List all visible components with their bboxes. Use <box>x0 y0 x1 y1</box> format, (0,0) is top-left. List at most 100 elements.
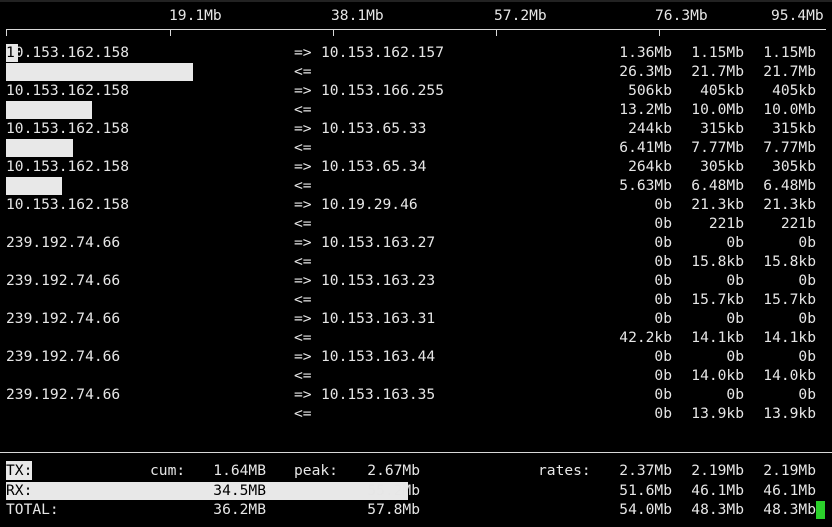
source-host-rest: 0.153.162.158 <box>14 44 130 61</box>
total-rate-10s: 48.3Mb <box>691 501 744 518</box>
destination-host: 10.153.166.255 <box>321 82 445 99</box>
recv-rate: 6.48Mb <box>691 177 744 194</box>
send-rate: 0b <box>654 348 672 365</box>
send-rate: 0b <box>654 310 672 327</box>
recv-rate: 13.2Mb <box>619 101 672 118</box>
recv-bar <box>6 139 73 157</box>
send-rate: 1.36Mb <box>619 44 672 61</box>
send-rate: 315kb <box>772 120 816 137</box>
send-rate: 264kb <box>628 158 672 175</box>
recv-arrow: <= <box>294 253 312 270</box>
source-host: 239.192.74.66 <box>6 272 121 289</box>
recv-arrow: <= <box>294 63 312 80</box>
rx-peak-value: 55.2Mb <box>367 482 420 499</box>
destination-host: 10.19.29.46 <box>321 196 418 213</box>
rx-cum-value: 34.5MB <box>213 482 266 499</box>
recv-arrow: <= <box>294 367 312 384</box>
recv-rate: 10.0Mb <box>691 101 744 118</box>
scale-tick <box>496 29 497 36</box>
send-arrow: => <box>294 158 312 175</box>
send-rate: 315kb <box>700 120 744 137</box>
send-arrow: => <box>294 82 312 99</box>
recv-rate: 0b <box>654 215 672 232</box>
recv-rate: 21.7Mb <box>763 63 816 80</box>
total-label: TOTAL: <box>6 501 59 518</box>
send-rate: 0b <box>726 348 744 365</box>
recv-rate: 42.2kb <box>619 329 672 346</box>
destination-host: 10.153.162.157 <box>321 44 445 61</box>
send-arrow: => <box>294 386 312 403</box>
send-arrow: => <box>294 348 312 365</box>
terminal-cursor <box>816 501 825 519</box>
recv-rate: 13.9kb <box>691 405 744 422</box>
recv-rate: 10.0Mb <box>763 101 816 118</box>
tx-rate-2s: 2.37Mb <box>619 462 672 479</box>
recv-arrow: <= <box>294 329 312 346</box>
send-rate: 1.15Mb <box>763 44 816 61</box>
recv-rate: 6.48Mb <box>763 177 816 194</box>
source-host: 239.192.74.66 <box>6 310 121 327</box>
recv-rate: 13.9kb <box>763 405 816 422</box>
recv-rate: 15.8kb <box>763 253 816 270</box>
send-rate: 305kb <box>772 158 816 175</box>
source-host: 10.153.162.158 <box>6 196 130 213</box>
send-rate: 0b <box>726 234 744 251</box>
send-rate: 405kb <box>700 82 744 99</box>
scale-label: 19.1Mb <box>169 7 222 24</box>
source-host: 239.192.74.66 <box>6 348 121 365</box>
total-rate-40s: 48.3Mb <box>763 501 816 518</box>
rx-rate-40s: 46.1Mb <box>763 482 816 499</box>
cum-label: cum: <box>150 462 186 479</box>
send-arrow: => <box>294 234 312 251</box>
recv-rate: 7.77Mb <box>691 139 744 156</box>
recv-arrow: <= <box>294 177 312 194</box>
recv-rate: 221b <box>780 215 816 232</box>
send-arrow: => <box>294 310 312 327</box>
peak-label: peak: <box>294 462 338 479</box>
recv-arrow: <= <box>294 101 312 118</box>
send-rate: 0b <box>798 348 816 365</box>
scale-tick <box>170 29 171 36</box>
tx-cum-value: 1.64MB <box>213 462 266 479</box>
destination-host: 10.153.163.27 <box>321 234 436 251</box>
tx-peak-value: 2.67Mb <box>367 462 420 479</box>
send-rate: 0b <box>798 310 816 327</box>
recv-rate: 0b <box>654 291 672 308</box>
total-peak-value: 57.8Mb <box>367 501 420 518</box>
scale-tick <box>333 29 334 36</box>
source-host: 10.153.162.158 <box>6 120 130 137</box>
destination-host: 10.153.163.31 <box>321 310 436 327</box>
send-rate: 244kb <box>628 120 672 137</box>
recv-rate: 221b <box>708 215 744 232</box>
send-rate: 0b <box>798 272 816 289</box>
source-host-highlight: 1 <box>6 44 15 61</box>
send-rate: 405kb <box>772 82 816 99</box>
recv-rate: 26.3Mb <box>619 63 672 80</box>
recv-bar <box>6 63 193 81</box>
send-rate: 0b <box>798 234 816 251</box>
send-rate: 0b <box>654 234 672 251</box>
recv-rate: 21.7Mb <box>691 63 744 80</box>
tx-label: TX: <box>6 461 33 480</box>
source-host: 239.192.74.66 <box>6 386 121 403</box>
send-rate: 21.3kb <box>763 196 816 213</box>
send-arrow: => <box>294 120 312 137</box>
scale-tick <box>6 29 7 36</box>
recv-rate: 15.7kb <box>763 291 816 308</box>
rates-label: rates: <box>538 462 591 479</box>
scale-label: 38.1Mb <box>331 7 384 24</box>
scale-label: 95.4Mb <box>771 7 824 24</box>
send-rate: 0b <box>798 386 816 403</box>
recv-rate: 0b <box>654 405 672 422</box>
terminal-top-edge <box>0 0 832 2</box>
destination-host: 10.153.163.44 <box>321 348 436 365</box>
send-rate: 0b <box>726 310 744 327</box>
recv-arrow: <= <box>294 405 312 422</box>
tx-rate-10s: 2.19Mb <box>691 462 744 479</box>
recv-rate: 14.1kb <box>763 329 816 346</box>
recv-arrow: <= <box>294 215 312 232</box>
scale-tick <box>659 29 660 36</box>
send-rate: 0b <box>726 272 744 289</box>
recv-rate: 6.41Mb <box>619 139 672 156</box>
tx-rate-40s: 2.19Mb <box>763 462 816 479</box>
